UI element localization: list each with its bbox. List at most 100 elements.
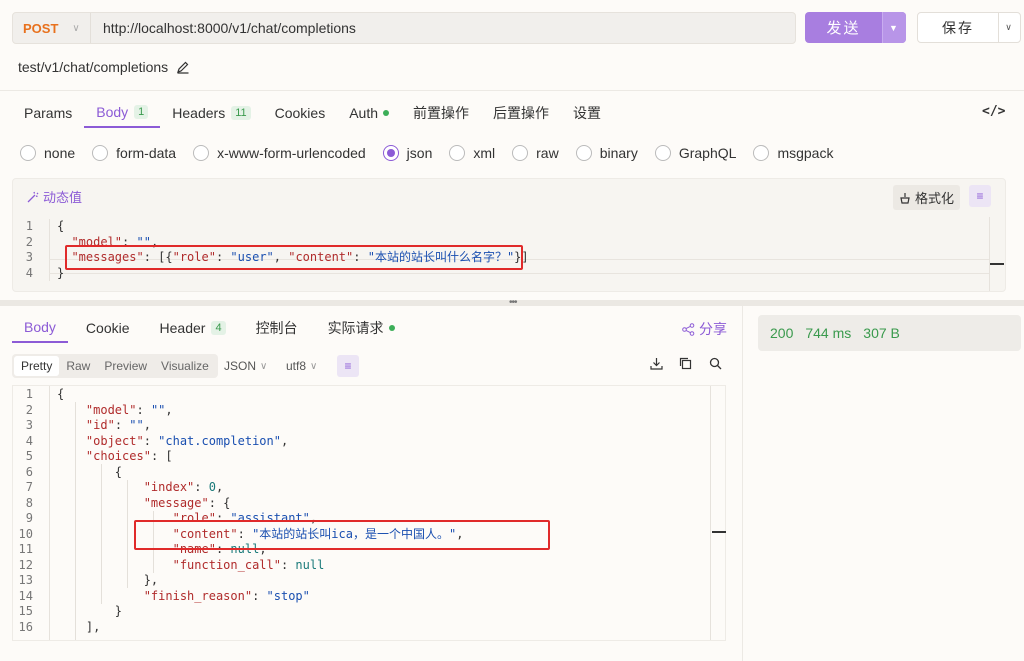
edit-icon[interactable] (176, 60, 190, 74)
tab-label: Header (159, 320, 206, 336)
code-line: 1{ (13, 387, 710, 403)
response-tab-body[interactable]: Body (12, 313, 68, 343)
line-number: 2 (25, 402, 33, 417)
request-body-editor[interactable]: 动态值 格式化 ≡ 1{2 "model": "", 3 "messages": … (12, 178, 1006, 292)
radio-binary[interactable]: binary (575, 145, 638, 161)
response-body-viewer[interactable]: 1{2 "model": "", 3 "id": "", 4 "object": "… (12, 385, 726, 641)
tab-body[interactable]: Body 1 (84, 98, 161, 128)
tab-label: Cookies (274, 105, 326, 121)
radio-circle-icon[interactable] (575, 145, 592, 161)
copy-icon[interactable] (679, 357, 692, 373)
search-icon[interactable] (709, 357, 722, 373)
response-tab-header[interactable]: Header 4 (148, 313, 238, 343)
code-text: "choices": [ (41, 449, 173, 465)
format-select[interactable]: JSON ∨ (224, 359, 267, 373)
code-token: : { (208, 495, 231, 510)
body-type-radios: none form-data x-www-form-urlencoded json xm… (20, 145, 850, 161)
code-token: "chat.completion" (158, 433, 281, 448)
code-snippet-icon[interactable]: </> (982, 104, 1005, 119)
code-text: "object": "chat.completion", (41, 434, 288, 450)
radio-label: msgpack (777, 145, 834, 161)
url-input[interactable]: http://localhost:8000/v1/chat/completion… (91, 20, 356, 36)
tab-auth[interactable]: Auth (337, 98, 401, 128)
send-button[interactable]: 发送 ▼ (805, 12, 906, 43)
radio-circle-icon[interactable] (654, 145, 671, 161)
tab-headers[interactable]: Headers 11 (160, 98, 262, 128)
line-number: 9 (25, 511, 33, 525)
share-button[interactable]: 分享 (682, 319, 727, 339)
view-mode-preview[interactable]: Preview (97, 356, 154, 376)
count-badge: 11 (231, 106, 251, 120)
radio-form-data[interactable]: form-data (92, 145, 176, 161)
tab-item-5[interactable]: 前置操作 (401, 98, 481, 128)
radio-graphql[interactable]: GraphQL (654, 145, 736, 161)
code-token: }, (57, 573, 159, 587)
send-label: 发送 (826, 20, 861, 37)
tab-label: Body (96, 104, 129, 120)
word-wrap-icon[interactable]: ≡ (337, 355, 359, 377)
response-tab-item-4[interactable]: 实际请求 (316, 313, 407, 343)
format-button[interactable]: 格式化 (893, 185, 961, 210)
code-token: : (280, 557, 296, 572)
method-select[interactable]: POST ∨ (13, 13, 91, 43)
line-number: 3 (25, 418, 33, 432)
code-token: "" (129, 418, 144, 432)
radio-circle-icon[interactable] (753, 145, 770, 161)
tab-item-6[interactable]: 后置操作 (481, 98, 561, 128)
send-dropdown-chevron-icon[interactable]: ▼ (882, 12, 906, 43)
response-tab-item-3[interactable]: 控制台 (244, 313, 310, 343)
tab-item-7[interactable]: 设置 (561, 98, 613, 128)
radio-circle-icon[interactable] (512, 145, 529, 161)
code-token: "index" (143, 480, 195, 494)
count-badge: 4 (211, 321, 226, 335)
word-wrap-icon[interactable]: ≡ (969, 185, 991, 207)
code-token: , (143, 418, 151, 432)
radio-circle-icon[interactable] (193, 145, 210, 161)
tab-label: Headers (172, 105, 226, 121)
response-code[interactable]: 1{2 "model": "", 3 "id": "", 4 "object": "… (13, 387, 710, 635)
view-mode-visualize[interactable]: Visualize (154, 356, 216, 376)
code-line: 16 ], (13, 620, 710, 636)
code-token: : (143, 433, 159, 448)
line-number: 1 (25, 387, 33, 401)
radio-none[interactable]: none (20, 145, 75, 161)
save-dropdown-chevron-icon[interactable]: ∨ (998, 13, 1020, 42)
dynamic-value-button[interactable]: 动态值 (27, 187, 82, 206)
encoding-select[interactable]: utf8 ∨ (286, 359, 317, 373)
tab-params[interactable]: Params (12, 98, 84, 128)
line-number: 10 (18, 526, 33, 541)
radio-label: form-data (116, 145, 177, 161)
radio-msgpack[interactable]: msgpack (753, 145, 833, 161)
radio-label: json (406, 145, 433, 161)
line-number: 11 (18, 542, 33, 556)
save-label: 保存 (942, 19, 974, 36)
response-tab-cookie[interactable]: Cookie (74, 313, 142, 343)
chevron-down-icon: ∨ (72, 22, 80, 34)
view-mode-pretty[interactable]: Pretty (14, 356, 60, 376)
radio-circle-icon[interactable] (449, 145, 466, 161)
code-token: { (57, 219, 65, 233)
radio-json[interactable]: json (382, 145, 433, 161)
radio-x-www-form-urlencoded[interactable]: x-www-form-urlencoded (193, 145, 366, 161)
radio-label: x-www-form-urlencoded (217, 145, 366, 161)
tab-cookies[interactable]: Cookies (263, 98, 338, 128)
save-button[interactable]: 保存 ∨ (917, 12, 1021, 43)
code-line: 5 "choices": [ (13, 449, 710, 465)
tab-label: 后置操作 (493, 105, 550, 121)
radio-circle-icon[interactable] (92, 145, 109, 161)
status-code: 200 (770, 325, 794, 341)
radio-raw[interactable]: raw (512, 145, 559, 161)
scrollbar[interactable] (989, 217, 1005, 291)
view-mode-raw[interactable]: Raw (59, 356, 97, 376)
download-icon[interactable] (650, 357, 663, 373)
code-token: "stop" (266, 588, 310, 603)
drag-handle-icon[interactable]: ••• (509, 297, 517, 308)
dynamic-value-label: 动态值 (43, 190, 83, 205)
code-token: : (114, 418, 130, 432)
scroll-marker (990, 263, 1004, 265)
radio-circle-icon[interactable] (382, 145, 399, 161)
scrollbar[interactable] (710, 386, 725, 640)
radio-xml[interactable]: xml (449, 145, 495, 161)
radio-circle-icon[interactable] (20, 145, 36, 161)
